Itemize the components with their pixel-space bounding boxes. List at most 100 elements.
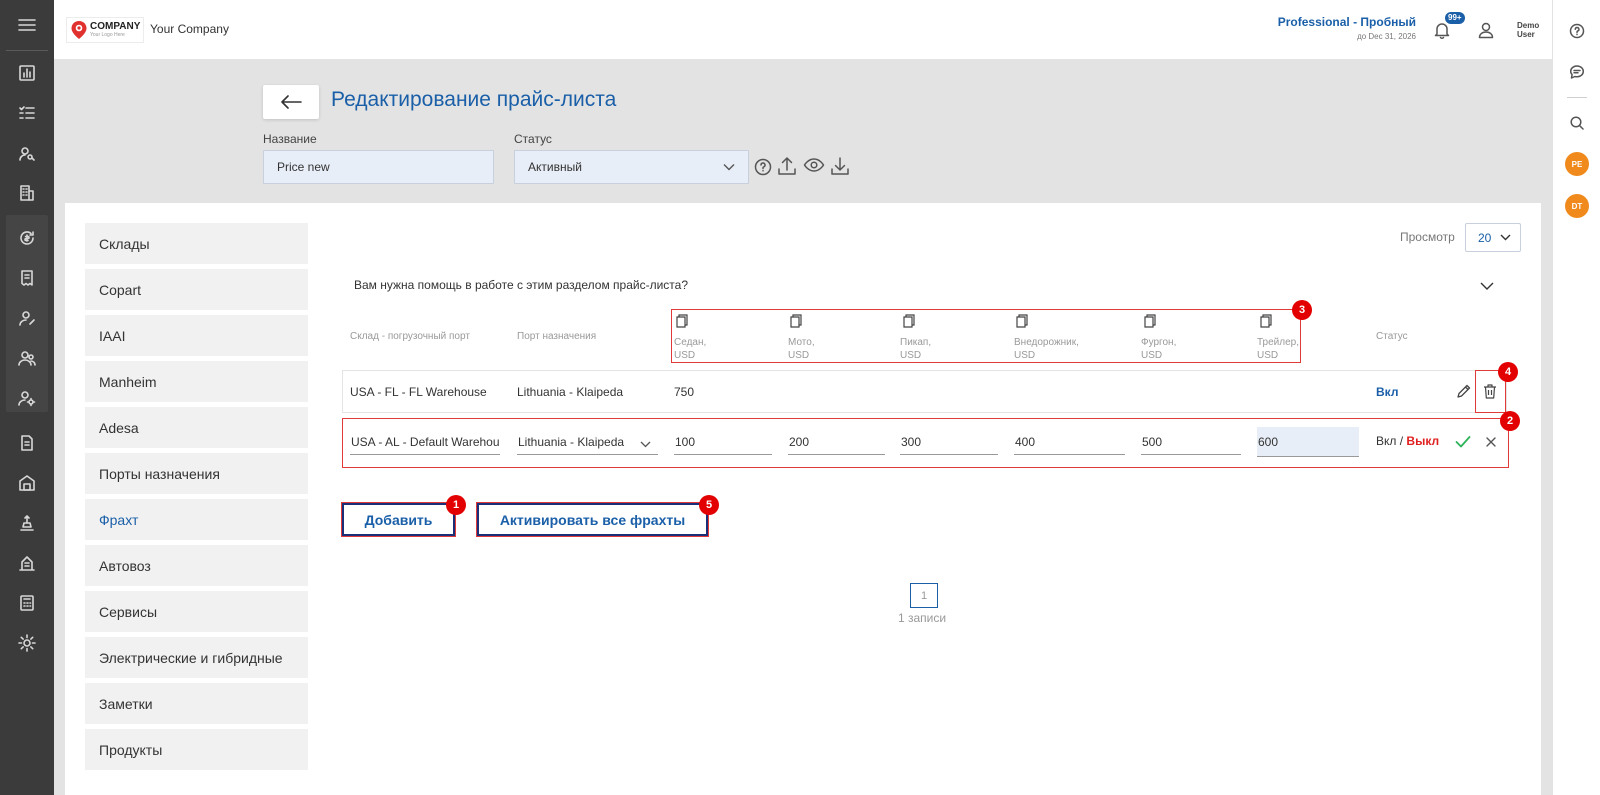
help-question[interactable]: Вам нужна помощь в работе с этим раздело… (354, 278, 688, 292)
company-name[interactable]: Your Company (150, 22, 229, 36)
avatar-dt[interactable]: DT (1565, 194, 1589, 218)
row2-van-input[interactable]: 500 (1141, 429, 1241, 455)
help-button[interactable] (1566, 20, 1588, 42)
records-count: 1 записи (898, 611, 947, 625)
company-logo[interactable]: COMPANY Your Logo Here (66, 17, 144, 43)
upload-button[interactable] (776, 155, 798, 177)
nav-finance[interactable] (7, 220, 47, 256)
search-icon (1570, 116, 1584, 130)
chart-icon (19, 65, 35, 81)
left-navigation (0, 0, 54, 795)
hamburger-icon (18, 19, 36, 31)
chevron-down-icon[interactable] (1480, 282, 1494, 291)
close-icon[interactable] (1486, 437, 1496, 447)
nav-port[interactable] (7, 545, 47, 581)
preview-button[interactable] (803, 154, 825, 176)
user-profile-button[interactable] (1476, 20, 1496, 40)
notification-badge: 99+ (1445, 12, 1465, 24)
row2-suv-input[interactable]: 400 (1014, 429, 1125, 455)
status-label: Статус (514, 132, 552, 146)
section-freight[interactable]: Фрахт (85, 499, 308, 540)
col-destination-header: Порт назначения (517, 331, 597, 342)
page-title: Редактирование прайс-листа (331, 88, 617, 111)
section-destination-ports[interactable]: Порты назначения (85, 453, 308, 494)
nav-clients[interactable] (7, 135, 47, 171)
pencil-icon[interactable] (1455, 383, 1472, 400)
name-input[interactable]: Price new (263, 150, 494, 184)
row2-destination-select[interactable]: Lithuania - Klaipeda (517, 429, 658, 455)
row2-moto-input[interactable]: 200 (788, 429, 885, 455)
section-services[interactable]: Сервисы (85, 591, 308, 632)
avatar-pe[interactable]: PE (1565, 152, 1589, 176)
help-tool-button[interactable] (752, 156, 774, 178)
section-car-carrier[interactable]: Автовоз (85, 545, 308, 586)
row1-destination: Lithuania - Klaipeda (517, 385, 624, 399)
section-manheim[interactable]: Manheim (85, 361, 308, 402)
section-products[interactable]: Продукты (85, 729, 308, 770)
nav-settings[interactable] (7, 625, 47, 661)
nav-teams[interactable] (7, 340, 47, 376)
activate-all-button[interactable]: Активировать все фрахты (477, 503, 708, 536)
nav-dashboard[interactable] (7, 55, 47, 91)
highlight-price-columns (671, 309, 1301, 363)
receipt-icon (21, 270, 33, 286)
section-copart[interactable]: Copart (85, 269, 308, 310)
plan-title[interactable]: Professional - Пробный (1278, 15, 1416, 29)
nav-calculator[interactable] (7, 585, 47, 621)
pagination-page[interactable]: 1 (910, 583, 938, 608)
back-button[interactable] (263, 85, 319, 119)
chat-icon (1569, 65, 1585, 79)
question-icon (754, 158, 772, 176)
page-size-value: 20 (1478, 230, 1492, 245)
section-notes[interactable]: Заметки (85, 683, 308, 724)
nav-invoices[interactable] (7, 260, 47, 296)
user-edit-icon (19, 311, 35, 326)
nav-companies[interactable] (7, 175, 47, 211)
trash-icon[interactable] (1482, 383, 1498, 400)
user-gear-icon (18, 391, 36, 407)
section-electric-hybrid[interactable]: Электрические и гибридные (85, 637, 308, 678)
marker-5: 5 (699, 495, 719, 515)
calculator-icon (20, 595, 34, 611)
nav-user-settings[interactable] (7, 380, 47, 416)
download-button[interactable] (829, 155, 851, 177)
row2-status-separator: / (1396, 434, 1407, 448)
status-select[interactable]: Активный (514, 150, 749, 184)
right-toolbar: PE DT (1552, 0, 1600, 795)
row2-warehouse-input[interactable]: USA - AL - Default Warehouse (350, 429, 500, 455)
section-iaai[interactable]: IAAI (85, 315, 308, 356)
row2-sedan-input[interactable]: 100 (674, 429, 772, 455)
row1-status[interactable]: Вкл (1376, 385, 1398, 399)
top-bar: COMPANY Your Logo Here Your Company Prof… (54, 0, 1552, 59)
nav-cars[interactable] (7, 505, 47, 541)
logo-subtitle: Your Logo Here (90, 32, 125, 38)
search-button[interactable] (1566, 112, 1588, 134)
nav-warehouse[interactable] (7, 465, 47, 501)
users-icon (18, 351, 36, 366)
section-warehouses[interactable]: Склады (85, 223, 308, 264)
check-icon[interactable] (1455, 435, 1471, 448)
add-button[interactable]: Добавить (342, 503, 455, 536)
marker-3: 3 (1292, 300, 1312, 320)
question-icon (1569, 23, 1585, 39)
page-size-select[interactable]: 20 (1465, 223, 1521, 252)
document-icon (21, 435, 33, 451)
chat-button[interactable] (1566, 61, 1588, 83)
row2-status-toggle[interactable]: Вкл / Выкл (1376, 434, 1439, 448)
row2-pickup-input[interactable]: 300 (900, 429, 998, 455)
nav-documents[interactable] (7, 425, 47, 461)
user-name[interactable]: Demo User (1517, 21, 1557, 39)
row2-status-off[interactable]: Выкл (1406, 434, 1439, 448)
row2-status-on[interactable]: Вкл (1376, 434, 1396, 448)
col-status-header: Статус (1376, 331, 1408, 342)
row2-trailer-input[interactable]: 600 (1257, 427, 1359, 457)
warehouse-icon (19, 475, 35, 491)
section-adesa[interactable]: Adesa (85, 407, 308, 448)
nav-tasks[interactable] (7, 95, 47, 131)
row2-destination-value: Lithuania - Klaipeda (518, 434, 625, 449)
plan-expiry: до Dec 31, 2026 (1357, 32, 1416, 41)
car-lift-icon (20, 515, 34, 531)
nav-users[interactable] (7, 300, 47, 336)
menu-toggle-button[interactable] (0, 0, 54, 50)
gear-icon (18, 634, 36, 652)
